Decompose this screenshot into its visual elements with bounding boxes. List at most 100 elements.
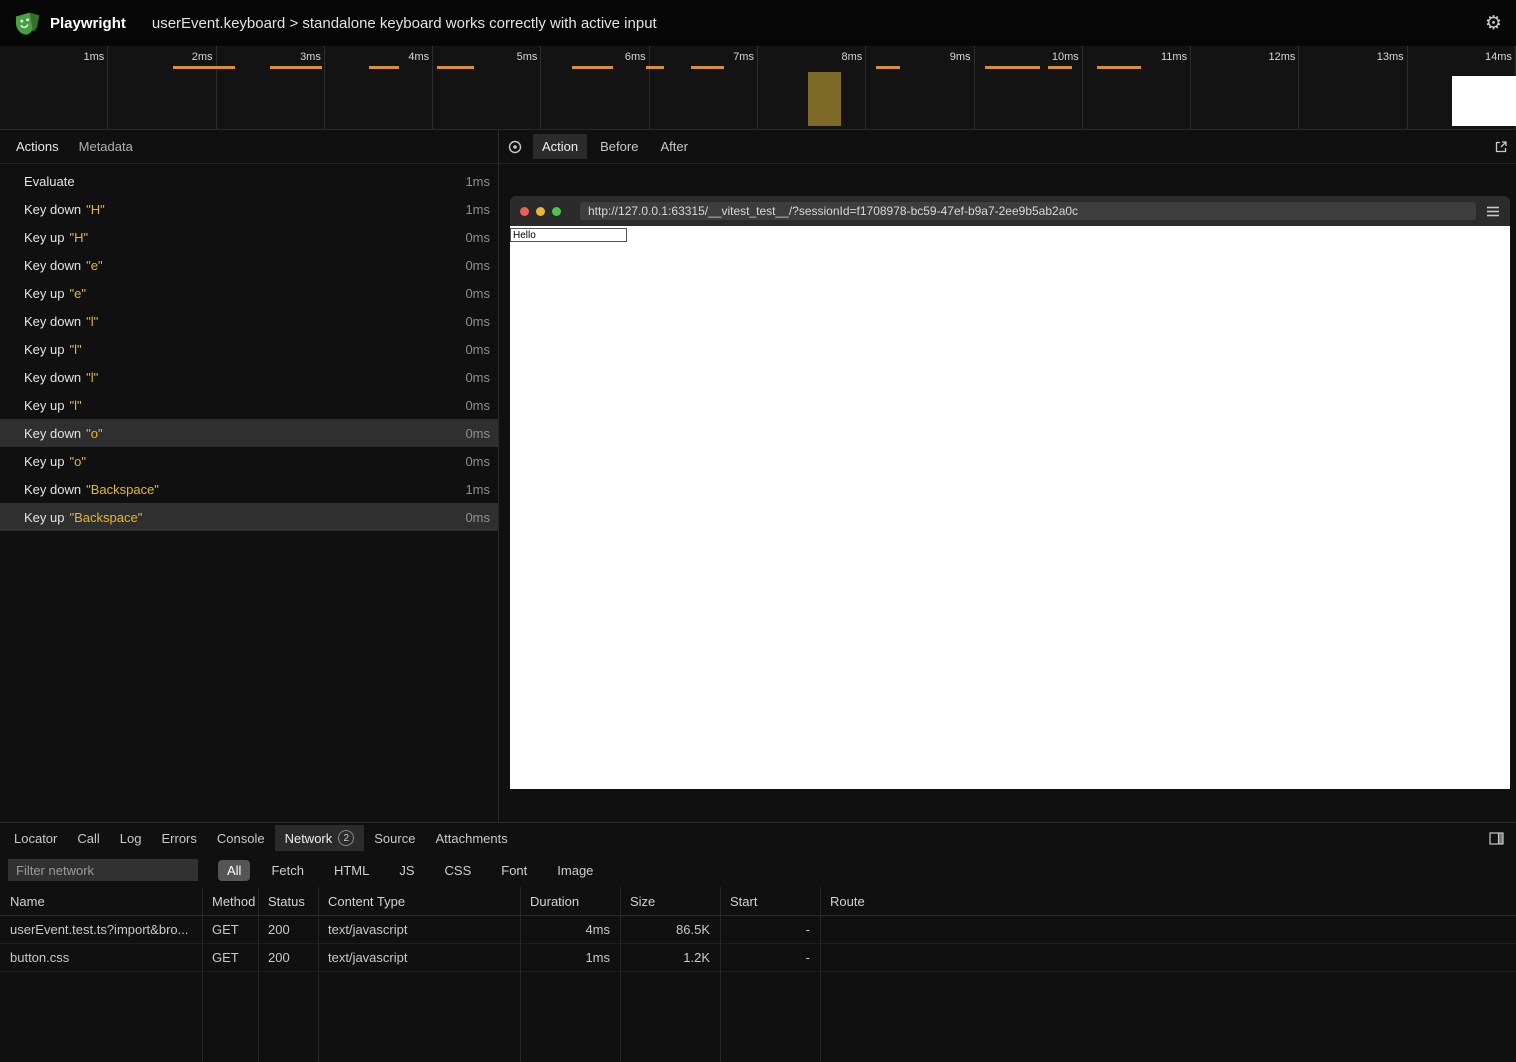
details-tab[interactable]: Locator [4, 826, 67, 851]
timeline-cell[interactable]: 2ms [108, 46, 216, 129]
action-label: Key up"l" [24, 398, 465, 413]
network-type-chip[interactable]: All [218, 860, 250, 881]
action-row[interactable]: Key up"o" 0ms [0, 447, 498, 475]
action-row[interactable]: Key down"e" 0ms [0, 251, 498, 279]
action-label: Key up"o" [24, 454, 465, 469]
network-type-chip[interactable]: CSS [436, 860, 481, 881]
timeline-cell[interactable]: 11ms [1083, 46, 1191, 129]
action-row[interactable]: Key down"o" 0ms [0, 419, 498, 447]
action-row[interactable]: Key up"l" 0ms [0, 391, 498, 419]
snapshot-tabs: Action Before After [533, 134, 697, 159]
action-key-value: "l" [86, 314, 98, 329]
action-label: Key down"l" [24, 314, 465, 329]
details-tab[interactable]: Log [110, 826, 152, 851]
details-tab[interactable]: Attachments [425, 826, 517, 851]
request-name: userEvent.test.ts?import&bro... [0, 922, 202, 937]
action-row[interactable]: Key down"H" 1ms [0, 195, 498, 223]
action-label: Key up"H" [24, 230, 465, 245]
action-duration: 0ms [465, 230, 490, 245]
timeline-label: 1ms [84, 51, 105, 63]
timeline-cell[interactable]: 7ms [650, 46, 758, 129]
timeline-label: 2ms [192, 51, 213, 63]
timeline-cell[interactable]: 9ms [866, 46, 974, 129]
action-label: Key up"Backspace" [24, 510, 465, 525]
snapshot-tab[interactable]: Before [591, 134, 647, 159]
network-request-row[interactable]: userEvent.test.ts?import&bro... GET 200 … [0, 916, 1516, 944]
action-label: Key down"l" [24, 370, 465, 385]
timeline-cell[interactable]: 3ms [217, 46, 325, 129]
details-tab[interactable]: Network2 [275, 825, 365, 851]
timeline-cell[interactable]: 12ms [1191, 46, 1299, 129]
action-duration: 1ms [465, 174, 490, 189]
timeline-cell[interactable]: 1ms [0, 46, 108, 129]
action-row[interactable]: Key down"l" 0ms [0, 307, 498, 335]
details-tab-label: Attachments [435, 831, 507, 846]
details-tab[interactable]: Call [67, 826, 109, 851]
timeline-label: 12ms [1268, 51, 1295, 63]
action-row[interactable]: Key down"l" 0ms [0, 363, 498, 391]
menu-hamburger-icon[interactable] [1486, 206, 1500, 217]
request-content-type: text/javascript [318, 922, 520, 937]
timeline-cell[interactable]: 10ms [975, 46, 1083, 129]
action-row[interactable]: Key up"e" 0ms [0, 279, 498, 307]
request-size: 1.2K [620, 950, 720, 965]
actions-panel-tab[interactable]: Metadata [71, 135, 141, 158]
network-type-chip[interactable]: Image [548, 860, 602, 881]
action-label: Key up"l" [24, 342, 465, 357]
request-size: 86.5K [620, 922, 720, 937]
action-label: Key down"Backspace" [24, 482, 465, 497]
request-status: 200 [258, 950, 318, 965]
network-column-header: Start [720, 894, 820, 909]
network-type-chip[interactable]: HTML [325, 860, 378, 881]
network-table-header: Name Method Status Content Type Duration… [0, 887, 1516, 916]
network-type-chip[interactable]: Font [492, 860, 536, 881]
test-title: userEvent.keyboard > standalone keyboard… [152, 15, 657, 32]
network-column-header: Content Type [318, 894, 520, 909]
action-key-value: "l" [69, 342, 81, 357]
action-row[interactable]: Key up"l" 0ms [0, 335, 498, 363]
network-type-chip[interactable]: Fetch [262, 860, 313, 881]
request-name: button.css [0, 950, 202, 965]
action-key-value: "H" [86, 202, 105, 217]
actions-panel-tab[interactable]: Actions [8, 135, 67, 158]
details-tab[interactable]: Console [207, 826, 275, 851]
timeline-selection[interactable] [808, 72, 841, 126]
playwright-logo-icon [14, 10, 40, 36]
network-filter-input[interactable] [8, 859, 198, 881]
actions-tabs: Actions Metadata [8, 135, 141, 158]
action-name: Key up [24, 230, 64, 245]
details-tab[interactable]: Errors [151, 826, 206, 851]
action-name: Key down [24, 258, 81, 273]
network-table-body: userEvent.test.ts?import&bro... GET 200 … [0, 916, 1516, 972]
network-type-chip[interactable]: JS [390, 860, 423, 881]
page-text-input[interactable] [510, 228, 627, 242]
timeline-label: 7ms [733, 51, 754, 63]
action-row[interactable]: Key down"Backspace" 1ms [0, 475, 498, 503]
timeline-cell[interactable]: 5ms [433, 46, 541, 129]
action-row[interactable]: Key up"H" 0ms [0, 223, 498, 251]
action-row[interactable]: Evaluate 1ms [0, 167, 498, 195]
pick-locator-icon[interactable] [507, 139, 523, 155]
action-key-value: "Backspace" [69, 510, 142, 525]
timeline-cell[interactable]: 4ms [325, 46, 433, 129]
network-column-header: Size [620, 894, 720, 909]
action-label: Key down"H" [24, 202, 465, 217]
network-request-row[interactable]: button.css GET 200 text/javascript 1ms 1… [0, 944, 1516, 972]
timeline-cell[interactable]: 13ms [1299, 46, 1407, 129]
settings-gear-icon[interactable]: ⚙ [1485, 14, 1502, 33]
action-duration: 0ms [465, 314, 490, 329]
timeline[interactable]: 1ms 2ms 3ms 4ms 5ms 6ms [0, 46, 1516, 130]
snapshot-tab[interactable]: Action [533, 134, 587, 159]
action-duration: 0ms [465, 398, 490, 413]
url-bar[interactable]: http://127.0.0.1:63315/__vitest_test__/?… [580, 202, 1476, 220]
toggle-panel-layout-icon[interactable] [1489, 832, 1504, 845]
traffic-light-red-icon [520, 207, 529, 216]
action-row[interactable]: Key up"Backspace" 0ms [0, 503, 498, 531]
open-external-icon[interactable] [1494, 140, 1508, 154]
details-tab[interactable]: Source [364, 826, 425, 851]
timeline-cell[interactable]: 6ms [541, 46, 649, 129]
action-duration: 0ms [465, 510, 490, 525]
snapshot-tab[interactable]: After [651, 134, 696, 159]
details-tab-label: Errors [161, 831, 196, 846]
request-start: - [720, 922, 820, 937]
